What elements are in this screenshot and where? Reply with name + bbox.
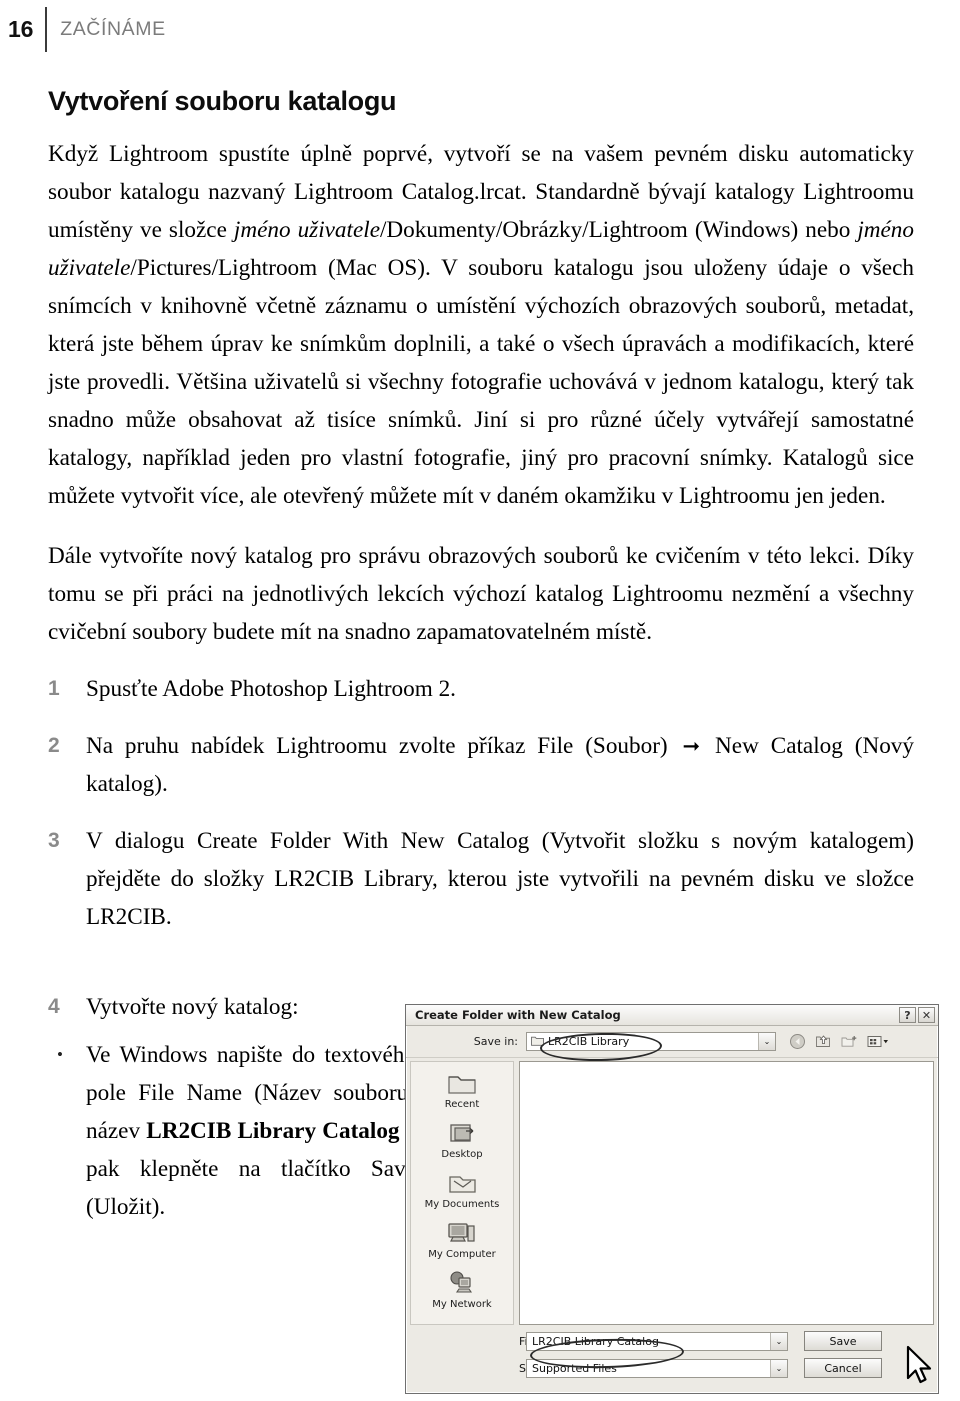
- step-2-number: 2: [48, 734, 60, 757]
- save-button[interactable]: Save: [804, 1331, 882, 1351]
- place-my-computer[interactable]: My Computer: [414, 1218, 510, 1261]
- create-new-folder-icon[interactable]: [841, 1033, 858, 1050]
- step-3-number: 3: [48, 829, 60, 852]
- page-number: 16: [8, 15, 34, 42]
- paragraph-1-part-b: /Dokumenty/Obrázky/Lightroom (Windows) n…: [379, 217, 858, 243]
- dialog-toolbar-icons: [776, 1033, 888, 1050]
- my-documents-icon: [449, 1176, 476, 1193]
- dialog-title: Create Folder with New Catalog: [415, 1008, 621, 1022]
- step-2: 2 Na pruhu nabídek Lightroomu zvolte přík…: [48, 727, 914, 803]
- save-in-label: Save in:: [473, 1035, 518, 1048]
- file-name-input[interactable]: LR2CIB Library Catalog ⌄: [526, 1331, 788, 1351]
- header-divider: [45, 6, 48, 52]
- close-icon[interactable]: ✕: [918, 1007, 935, 1023]
- chevron-down-icon[interactable]: ⌄: [770, 1332, 787, 1350]
- step-1-text: Spusťte Adobe Photoshop Lightroom 2.: [86, 676, 456, 702]
- step-4-text: Vytvořte nový katalog:: [86, 994, 299, 1020]
- step-4: 4 Vytvořte nový katalog:: [48, 988, 426, 1026]
- bullet-list-item: • Ve Windows napište do textového pole Fi…: [48, 1036, 416, 1226]
- recent-folder-icon: [448, 1076, 476, 1094]
- file-list-area[interactable]: [519, 1061, 934, 1325]
- step-1-number: 1: [48, 677, 60, 700]
- step-3: 3 V dialogu Create Folder With New Catalo…: [48, 822, 914, 936]
- place-label: My Documents: [424, 1199, 500, 1210]
- place-label: My Network: [432, 1299, 492, 1310]
- save-as-type-label: Save as type:: [406, 1362, 594, 1375]
- file-name-value: LR2CIB Library Catalog: [532, 1334, 659, 1348]
- step-4-number: 4: [48, 995, 60, 1018]
- place-my-documents[interactable]: My Documents: [414, 1168, 510, 1211]
- place-label: My Computer: [428, 1249, 496, 1260]
- body-paragraph-1: Když Lightroom spustíte úplně poprvé, vy…: [48, 135, 914, 515]
- place-my-network[interactable]: My Network: [414, 1268, 510, 1311]
- paragraph-1-part-c: /Pictures/Lightroom (Mac OS). V souboru …: [48, 255, 914, 509]
- create-folder-dialog-screenshot: Create Folder with New Catalog ? ✕ Save …: [405, 1004, 939, 1394]
- folder-icon: [531, 1035, 544, 1049]
- bullet-bold-text: LR2CIB Library Catalog: [146, 1118, 400, 1144]
- save-as-type-row: Save as type: Supported Files ⌄ Cancel: [406, 1358, 932, 1378]
- save-in-value: LR2CIB Library: [548, 1035, 630, 1048]
- back-navigation-icon[interactable]: [789, 1033, 806, 1050]
- save-as-type-dropdown[interactable]: Supported Files ⌄: [526, 1358, 788, 1378]
- text-column: Vytvoření souboru katalogu Když Lightroo…: [48, 86, 914, 936]
- places-bar: Recent Desktop My Documents My Computer …: [410, 1061, 514, 1325]
- cancel-button[interactable]: Cancel: [804, 1358, 882, 1378]
- paragraph-1-italic-1: jméno uživatele: [233, 217, 380, 243]
- dialog-body: Recent Desktop My Documents My Computer …: [406, 1058, 938, 1325]
- file-name-label: File name:: [406, 1335, 576, 1348]
- running-title: ZAČÍNÁME: [60, 17, 166, 40]
- desktop-icon: [450, 1124, 474, 1142]
- up-one-level-icon[interactable]: [815, 1033, 832, 1050]
- chevron-down-icon[interactable]: ⌄: [758, 1033, 775, 1050]
- chevron-down-icon[interactable]: ⌄: [770, 1359, 787, 1377]
- dialog-toolbar: Save in: LR2CIB Library ⌄: [406, 1026, 938, 1058]
- step-1: 1 Spusťte Adobe Photoshop Lightroom 2.: [48, 670, 914, 708]
- place-label: Recent: [444, 1099, 480, 1110]
- my-network-icon: [450, 1271, 473, 1293]
- place-label: Desktop: [441, 1149, 483, 1160]
- body-paragraph-2: Dále vytvoříte nový katalog pro správu o…: [48, 543, 914, 645]
- bullet-marker-icon: •: [57, 1045, 63, 1064]
- page-title: Vytvoření souboru katalogu: [48, 86, 397, 116]
- my-computer-icon: [448, 1223, 475, 1242]
- file-name-row: File name: LR2CIB Library Catalog ⌄ Save: [406, 1331, 932, 1351]
- dialog-title-bar: Create Folder with New Catalog ? ✕: [406, 1005, 938, 1026]
- step-2-text-before: Na pruhu nabídek Lightroomu zvolte příka…: [86, 733, 680, 759]
- place-recent[interactable]: Recent: [414, 1068, 510, 1111]
- save-as-type-value: Supported Files: [532, 1361, 617, 1375]
- dialog-footer: File name: LR2CIB Library Catalog ⌄ Save…: [406, 1325, 938, 1391]
- save-in-dropdown[interactable]: LR2CIB Library ⌄: [526, 1032, 776, 1051]
- views-menu-icon[interactable]: [867, 1033, 888, 1050]
- menu-arrow-icon: ➞: [682, 734, 701, 758]
- help-button[interactable]: ?: [899, 1007, 916, 1023]
- page-header: 16 ZAČÍNÁME: [0, 6, 960, 52]
- place-desktop[interactable]: Desktop: [414, 1118, 510, 1161]
- step-3-text: V dialogu Create Folder With New Catalog…: [86, 828, 914, 930]
